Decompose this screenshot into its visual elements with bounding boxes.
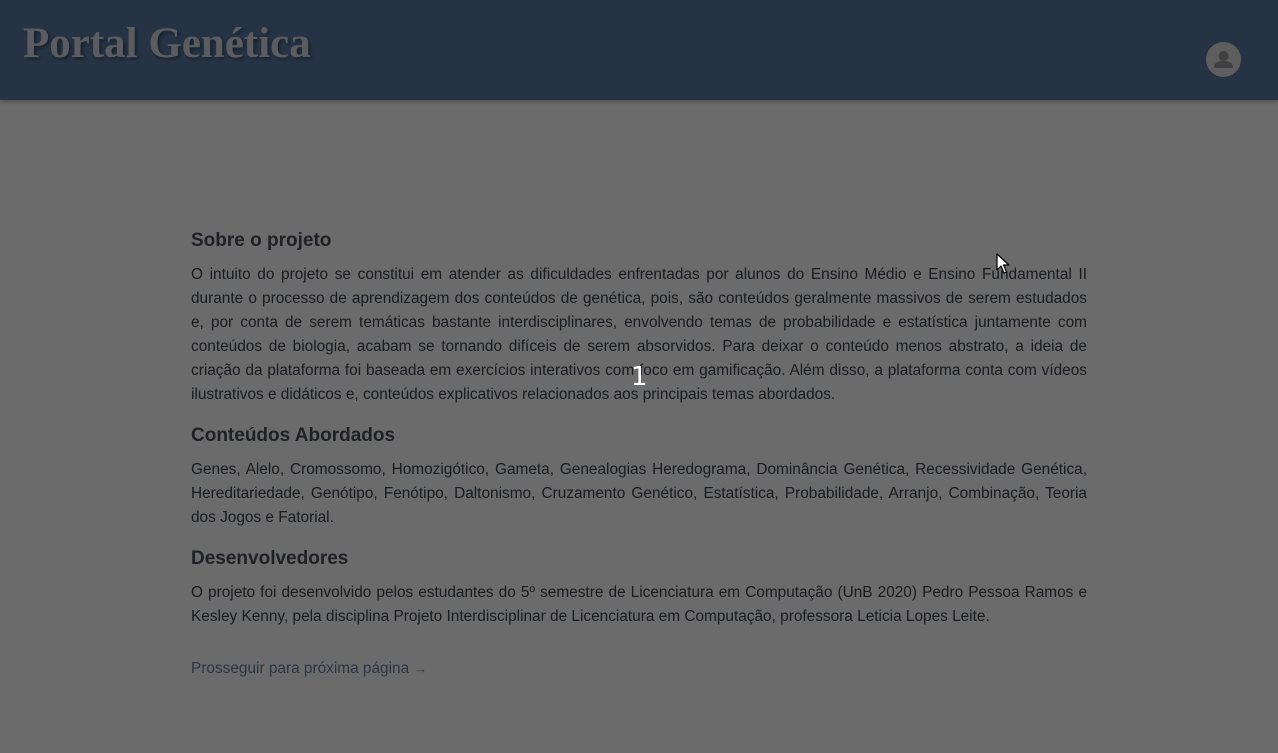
developers-section: Desenvolvedores O projeto foi desenvolvi…	[191, 546, 1087, 629]
user-icon	[1214, 51, 1233, 68]
next-page-link-label: Prosseguir para próxima página	[191, 660, 410, 677]
user-avatar-button[interactable]	[1206, 42, 1241, 77]
topics-section: Conteúdos Abordados Genes, Alelo, Cromos…	[191, 423, 1087, 530]
section-title-developers: Desenvolvedores	[191, 548, 349, 569]
section-title-about: Sobre o projeto	[191, 230, 332, 251]
mouse-cursor-icon	[996, 253, 1010, 274]
tour-step-number: 1	[631, 362, 648, 392]
arrow-right-icon: →	[414, 661, 428, 676]
section-title-topics: Conteúdos Abordados	[191, 425, 396, 446]
site-title: Portal Genética	[23, 20, 311, 67]
top-header: Portal Genética	[0, 0, 1278, 100]
main-content: Sobre o projeto O intuito do projeto se …	[191, 228, 1087, 681]
section-text-developers: O projeto foi desenvolvido pelos estudan…	[191, 584, 1087, 625]
section-text-topics: Genes, Alelo, Cromossomo, Homozigótico, …	[191, 461, 1087, 526]
next-page-link[interactable]: Prosseguir para próxima página →	[191, 657, 427, 681]
